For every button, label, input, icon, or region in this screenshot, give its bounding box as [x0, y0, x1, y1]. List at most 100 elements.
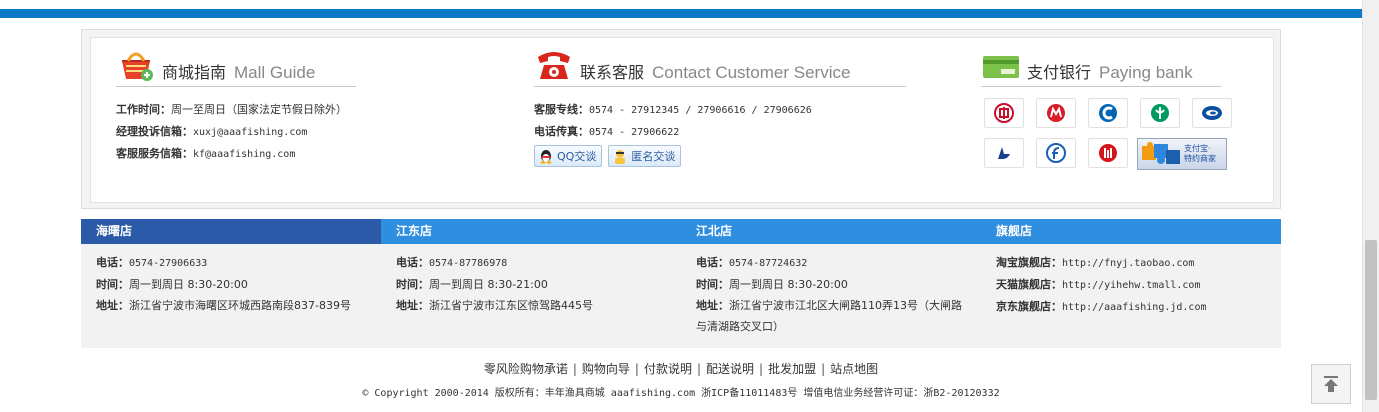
alipay-merchant-badge[interactable]: 支付宝· 特约商家 — [1137, 138, 1227, 170]
tab-jiangdong-store[interactable]: 江东店 — [381, 219, 681, 244]
hotline-value: 0574 - 27912345 / 27906616 / 27906626 — [589, 105, 812, 116]
footer-separator: | — [572, 362, 577, 376]
bank-card-icon — [983, 56, 1019, 78]
hotline-label: 客服专线： — [534, 103, 589, 116]
footer-link-guarantee[interactable]: 零风险购物承诺 — [484, 362, 568, 376]
anonymous-chat-label: 匿名交谈 — [631, 150, 676, 163]
qq-chat-label: QQ交谈 — [557, 150, 597, 163]
anonymous-chat-button[interactable]: 匿名交谈 — [608, 145, 682, 167]
contact-service-title-en: Contact Customer Service — [652, 63, 851, 82]
work-hours-value: 周一至周日（国家法定节假日除外） — [171, 103, 347, 116]
shopping-basket-icon — [122, 52, 153, 81]
store-phone: 电话：0574-87724632 — [696, 252, 963, 274]
bank-logo-citic[interactable] — [1088, 138, 1128, 168]
citic-icon — [1099, 144, 1117, 162]
phone-value: 0574-27906633 — [129, 258, 208, 269]
bank-logo-cmb[interactable] — [1036, 98, 1076, 128]
jiangbei-store-info: 电话：0574-87724632 时间：周一到周日 8:30-20:00 地址：… — [681, 252, 981, 337]
bank-logo-cib[interactable] — [1192, 98, 1232, 128]
service-email-row: 客服服务信箱：kf@aaafishing.com — [116, 143, 356, 165]
mall-guide-section: 商城指南 Mall Guide 工作时间：周一至周日（国家法定节假日除外） 经理… — [116, 38, 356, 165]
service-info-inner: 商城指南 Mall Guide 工作时间：周一至周日（国家法定节假日除外） 经理… — [90, 37, 1274, 203]
hours-label: 时间： — [696, 278, 729, 291]
bank-logo-cgb[interactable] — [1036, 138, 1076, 168]
phone-label: 电话： — [696, 256, 729, 269]
vertical-scrollbar[interactable] — [1362, 0, 1379, 412]
phone-label: 电话： — [396, 256, 429, 269]
store-address: 地址：浙江省宁波市江东区惊驾路445号 — [396, 295, 663, 316]
bocom-icon — [998, 147, 1010, 159]
bank-logo-bocom[interactable] — [984, 138, 1024, 168]
alipay-line1: 支付宝· — [1184, 144, 1211, 153]
cib-icon — [1202, 106, 1222, 120]
paying-bank-section: 支付银行 Paying bank 支付宝· 特约商家 — [981, 38, 1232, 170]
qq-penguin-icon — [540, 150, 552, 164]
mall-guide-info: 工作时间：周一至周日（国家法定节假日除外） 经理投诉信箱：xuxj@aaafis… — [116, 99, 356, 165]
fax-label: 电话传真： — [534, 125, 589, 138]
bank-logo-icbc[interactable] — [984, 98, 1024, 128]
stores-panel: 海曙店 江东店 江北店 旗舰店 电话：0574-27906633 时间：周一到周… — [81, 219, 1281, 348]
footer-separator: | — [759, 362, 764, 376]
store-phone: 电话：0574-87786978 — [396, 252, 663, 274]
footer-link-payment[interactable]: 付款说明 — [644, 362, 692, 376]
alipay-text: 支付宝· 特约商家 — [1184, 144, 1216, 164]
taobao-store-row: 淘宝旗舰店：http://fnyj.taobao.com — [996, 252, 1263, 274]
back-to-top-button[interactable] — [1311, 364, 1351, 404]
service-email-link[interactable]: kf@aaafishing.com — [193, 149, 295, 160]
footer-separator: | — [634, 362, 639, 376]
contact-service-info: 客服专线：0574 - 27912345 / 27906616 / 279066… — [534, 99, 906, 167]
address-value: 浙江省宁波市海曙区环城西路南段837-839号 — [129, 299, 351, 312]
top-accent-bar — [0, 9, 1362, 18]
arrow-up-icon — [1324, 376, 1338, 392]
jd-link[interactable]: http://aaafishing.jd.com — [1062, 302, 1207, 313]
taobao-link[interactable]: http://fnyj.taobao.com — [1062, 258, 1194, 269]
footer-separator: | — [821, 362, 826, 376]
work-hours-row: 工作时间：周一至周日（国家法定节假日除外） — [116, 99, 356, 121]
tmall-link[interactable]: http://yihehw.tmall.com — [1062, 280, 1200, 291]
ccb-icon — [1099, 104, 1117, 122]
tab-flagship-store[interactable]: 旗舰店 — [981, 219, 1281, 244]
store-hours: 时间：周一到周日 8:30-21:00 — [396, 274, 663, 295]
abc-icon — [1151, 104, 1169, 122]
bank-logo-ccb[interactable] — [1088, 98, 1128, 128]
telephone-icon — [538, 52, 570, 79]
mall-guide-heading: 商城指南 Mall Guide — [116, 38, 356, 87]
footer-link-delivery[interactable]: 配送说明 — [706, 362, 754, 376]
fax-value: 0574 - 27906622 — [589, 127, 680, 138]
phone-label: 电话： — [96, 256, 129, 269]
address-label: 地址： — [396, 299, 429, 312]
cgb-icon — [1046, 143, 1066, 163]
store-hours: 时间：周一到周日 8:30-20:00 — [696, 274, 963, 295]
store-address: 地址：浙江省宁波市海曙区环城西路南段837-839号 — [96, 295, 363, 316]
hotline-row: 客服专线：0574 - 27912345 / 27906616 / 279066… — [534, 99, 906, 121]
tab-jiangbei-store[interactable]: 江北店 — [681, 219, 981, 244]
hours-label: 时间： — [96, 278, 129, 291]
tab-haishu-store[interactable]: 海曙店 — [81, 219, 381, 244]
contact-service-section: 联系客服 Contact Customer Service 客服专线：0574 … — [534, 38, 906, 167]
complaint-email-row: 经理投诉信箱：xuxj@aaafishing.com — [116, 121, 356, 143]
copyright-text: © Copyright 2000-2014 版权所有：丰年渔具商城 aaafis… — [362, 388, 1000, 399]
service-email-label: 客服服务信箱： — [116, 147, 193, 160]
puzzle-icon — [1142, 142, 1180, 164]
tmall-label: 天猫旗舰店： — [996, 278, 1062, 291]
taobao-label: 淘宝旗舰店： — [996, 256, 1062, 269]
bank-logo-abc[interactable] — [1140, 98, 1180, 128]
footer-link-wholesale[interactable]: 批发加盟 — [768, 362, 816, 376]
jd-label: 京东旗舰店： — [996, 300, 1062, 313]
complaint-email-label: 经理投诉信箱： — [116, 125, 193, 138]
address-value: 浙江省宁波市江东区惊驾路445号 — [429, 299, 593, 312]
tmall-store-row: 天猫旗舰店：http://yihehw.tmall.com — [996, 274, 1263, 296]
icbc-icon — [994, 103, 1014, 123]
store-phone: 电话：0574-27906633 — [96, 252, 363, 274]
store-address: 地址：浙江省宁波市江北区大闸路110弄13号（大闸路与清湖路交叉口） — [696, 295, 963, 337]
address-value: 浙江省宁波市江北区大闸路110弄13号（大闸路与清湖路交叉口） — [696, 299, 962, 333]
scrollbar-thumb[interactable] — [1365, 240, 1377, 400]
haishu-store-info: 电话：0574-27906633 时间：周一到周日 8:30-20:00 地址：… — [81, 252, 381, 337]
store-tabs: 海曙店 江东店 江北店 旗舰店 — [81, 219, 1281, 244]
qq-chat-button[interactable]: QQ交谈 — [534, 145, 603, 167]
mall-guide-title: 商城指南 — [162, 63, 227, 82]
footer-link-shopping-guide[interactable]: 购物向导 — [582, 362, 630, 376]
paying-bank-title-en: Paying bank — [1099, 63, 1193, 82]
footer-link-sitemap[interactable]: 站点地图 — [830, 362, 878, 376]
complaint-email-link[interactable]: xuxj@aaafishing.com — [193, 127, 307, 138]
